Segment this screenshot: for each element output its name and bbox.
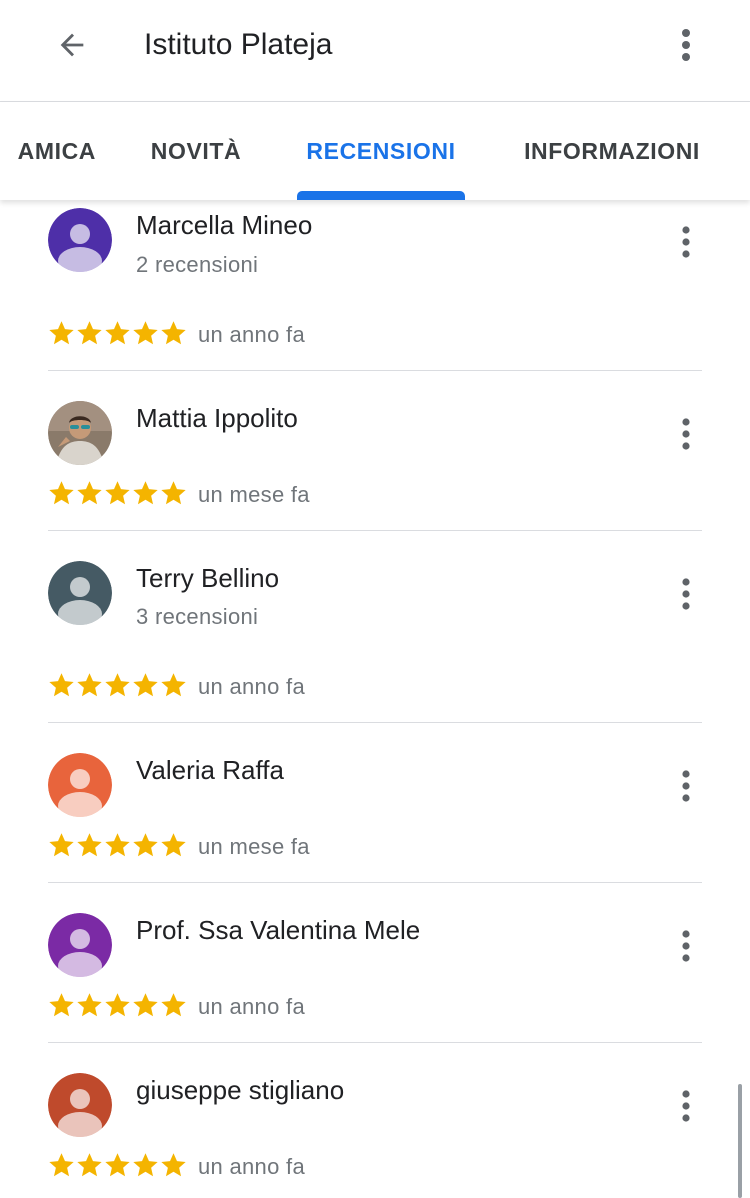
star-rating: [48, 671, 188, 699]
reviewer-name[interactable]: Terry Bellino: [136, 563, 279, 594]
arrow-back-icon: [60, 33, 84, 57]
star-icon: [77, 481, 102, 505]
tab-recensioni[interactable]: RECENSIONI: [297, 102, 465, 200]
review-item: Valeria Raffa un mese fa: [48, 723, 702, 883]
profile-photo: [48, 401, 112, 465]
star-icon: [49, 321, 74, 345]
review-time: un anno fa: [198, 322, 305, 347]
star-icon: [49, 1153, 74, 1177]
star-icon: [161, 673, 186, 697]
tab-bar: AMICA NOVITÀ RECENSIONI INFORMAZIONI: [0, 102, 750, 200]
star-icon: [77, 1153, 102, 1177]
tab-informazioni[interactable]: INFORMAZIONI: [508, 102, 716, 200]
review-time: un mese fa: [198, 834, 310, 859]
person-placeholder-icon: [48, 208, 112, 272]
review-more-button[interactable]: [666, 221, 706, 265]
star-rating: [48, 479, 188, 507]
review-item: Mattia Ippolito un mese fa: [48, 371, 702, 531]
review-count: 2 recensioni: [136, 252, 259, 277]
review-item: Terry Bellino 3 recensioni un anno fa: [48, 531, 702, 723]
more-options-button[interactable]: [666, 24, 706, 68]
reviewer-name[interactable]: giuseppe stigliano: [136, 1075, 344, 1106]
star-icon: [133, 993, 158, 1017]
tab-panoramica[interactable]: AMICA: [0, 102, 96, 200]
more-vert-icon: [682, 770, 690, 802]
star-icon: [77, 993, 102, 1017]
review-time: un anno fa: [198, 674, 305, 699]
star-icon: [105, 321, 130, 345]
reviewer-name[interactable]: Mattia Ippolito: [136, 403, 298, 434]
review-item: Marcella Mineo 2 recensioni un anno fa: [48, 200, 702, 371]
review-more-button[interactable]: [666, 413, 706, 457]
star-rating: [48, 991, 188, 1019]
star-icon: [49, 673, 74, 697]
star-icon: [133, 321, 158, 345]
avatar[interactable]: [48, 561, 112, 625]
star-icon: [105, 673, 130, 697]
page-title: Istituto Plateja: [144, 28, 333, 61]
reviews-list: Marcella Mineo 2 recensioni un anno fa M…: [0, 200, 750, 1198]
review-count: 3 recensioni: [136, 604, 259, 629]
star-icon: [133, 673, 158, 697]
review-more-button[interactable]: [666, 765, 706, 809]
more-vert-icon: [682, 930, 690, 962]
more-vert-icon: [682, 418, 690, 450]
tab-novita[interactable]: NOVITÀ: [132, 102, 260, 200]
star-rating: [48, 319, 188, 347]
review-item: Prof. Ssa Valentina Mele un anno fa: [48, 883, 702, 1043]
reviewer-name[interactable]: Valeria Raffa: [136, 755, 284, 786]
star-icon: [49, 993, 74, 1017]
avatar[interactable]: [48, 401, 112, 465]
more-vert-icon: [682, 578, 690, 610]
star-icon: [133, 833, 158, 857]
person-placeholder-icon: [48, 913, 112, 977]
avatar[interactable]: [48, 208, 112, 272]
back-button[interactable]: [44, 22, 100, 68]
avatar[interactable]: [48, 913, 112, 977]
review-time: un mese fa: [198, 482, 310, 507]
star-icon: [105, 1153, 130, 1177]
review-time: un anno fa: [198, 1154, 305, 1179]
more-vert-icon: [682, 1090, 690, 1122]
star-rating: [48, 1151, 188, 1179]
star-icon: [105, 833, 130, 857]
more-vert-icon: [682, 29, 690, 61]
star-icon: [133, 481, 158, 505]
star-icon: [105, 481, 130, 505]
scrollbar[interactable]: [738, 1084, 742, 1198]
star-icon: [161, 481, 186, 505]
star-icon: [77, 321, 102, 345]
review-more-button[interactable]: [666, 925, 706, 969]
star-rating: [48, 831, 188, 859]
star-icon: [77, 673, 102, 697]
more-vert-icon: [682, 226, 690, 258]
star-icon: [49, 833, 74, 857]
review-more-button[interactable]: [666, 573, 706, 617]
active-tab-indicator: [297, 191, 465, 200]
star-icon: [161, 321, 186, 345]
star-icon: [161, 1153, 186, 1177]
avatar[interactable]: [48, 1073, 112, 1137]
reviewer-name[interactable]: Prof. Ssa Valentina Mele: [136, 915, 420, 946]
star-icon: [133, 1153, 158, 1177]
person-placeholder-icon: [48, 1073, 112, 1137]
review-more-button[interactable]: [666, 1085, 706, 1129]
review-item: giuseppe stigliano un anno fa: [48, 1043, 702, 1198]
star-icon: [49, 481, 74, 505]
review-time: un anno fa: [198, 994, 305, 1019]
star-icon: [161, 993, 186, 1017]
person-placeholder-icon: [48, 753, 112, 817]
star-icon: [105, 993, 130, 1017]
star-icon: [77, 833, 102, 857]
avatar[interactable]: [48, 753, 112, 817]
top-app-bar: Istituto Plateja: [0, 0, 750, 102]
star-icon: [161, 833, 186, 857]
person-placeholder-icon: [48, 561, 112, 625]
reviewer-name[interactable]: Marcella Mineo: [136, 210, 312, 241]
